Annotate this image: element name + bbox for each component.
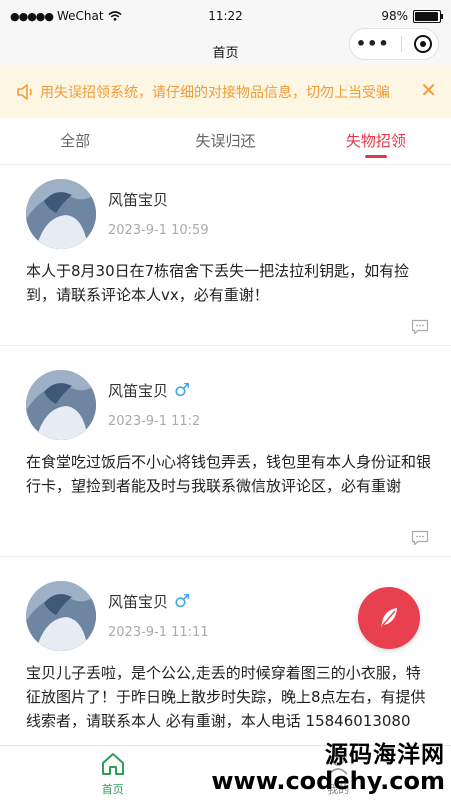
target-icon[interactable] [414,35,432,53]
post-content: 宝贝儿子丢啦，是个公公,走丢的时候穿着图三的小衣服，特征放图片了！于昨日晚上散步… [26,641,431,733]
miniprogram-capsule: ••• [349,28,439,60]
battery-icon [413,10,441,23]
avatar[interactable] [26,581,96,651]
post-card[interactable]: 风笛宝贝 2023-9-1 10:59 本人于8月30日在7栋宿舍下丢失一把法拉… [0,165,451,346]
category-tabs: 全部 失误归还 失物招领 [0,118,451,165]
tab-lost-found[interactable]: 失物招领 [301,118,451,164]
post-header: 风笛宝贝 2023-9-1 10:59 [26,165,431,243]
username: 风笛宝贝♂ [108,380,190,401]
avatar[interactable] [26,370,96,440]
tab-lost-return[interactable]: 失误归还 [150,118,300,164]
post-time: 2023-9-1 11:11 [108,625,209,640]
watermark-url: www.codehy.com [211,769,445,793]
watermark: 源码海洋网 www.codehy.com [211,744,445,793]
notice-bar: 用失误招领系统，请仔细的对接物品信息，切勿上当受骗 ✕ [0,66,451,118]
post-content: 本人于8月30日在7栋宿舍下丢失一把法拉利钥匙，如有捡到，请联系评论本人vx，必… [26,243,431,307]
watermark-cn: 源码海洋网 [211,744,445,767]
feather-icon [376,605,402,631]
publish-button[interactable] [358,587,420,649]
nav-bar: 首页 ••• [0,34,451,66]
username: 风笛宝贝♂ [108,591,190,612]
post-time: 2023-9-1 10:59 [108,223,209,238]
battery-percent: 98% [381,9,408,23]
username: 风笛宝贝 [108,189,168,210]
notice-text: 用失误招领系统，请仔细的对接物品信息，切勿上当受骗 [40,82,413,102]
status-right: 98% [381,9,441,23]
male-gender-icon: ♂ [174,591,190,612]
tabbar-item-home[interactable]: 首页 [0,746,226,801]
speaker-icon [16,82,36,102]
post-time: 2023-9-1 11:2 [108,414,200,429]
post-feed[interactable]: 风笛宝贝 2023-9-1 10:59 本人于8月30日在7栋宿舍下丢失一把法拉… [0,165,451,745]
tabbar-label-home: 首页 [0,781,226,797]
post-content: 在食堂吃过饭后不小心将钱包弄丢，钱包里有本人身份证和银行卡，望捡到者能及时与我联… [26,430,431,498]
tab-all[interactable]: 全部 [0,118,150,164]
avatar[interactable] [26,179,96,249]
comment-icon[interactable] [411,530,429,546]
capsule-divider [401,36,402,52]
more-dots-icon[interactable]: ••• [356,36,390,52]
notice-close-icon[interactable]: ✕ [420,78,437,102]
post-card[interactable]: 风笛宝贝♂ 2023-9-1 11:2 在食堂吃过饭后不小心将钱包弄丢，钱包里有… [0,346,451,557]
post-card[interactable]: 风笛宝贝♂ 2023-9-1 11:11 宝贝儿子丢啦，是个公公,走丢的时候穿着… [0,557,451,745]
comment-icon[interactable] [411,319,429,335]
home-icon [100,752,126,776]
post-header: 风笛宝贝♂ 2023-9-1 11:2 [26,346,431,430]
male-gender-icon: ♂ [174,380,190,401]
